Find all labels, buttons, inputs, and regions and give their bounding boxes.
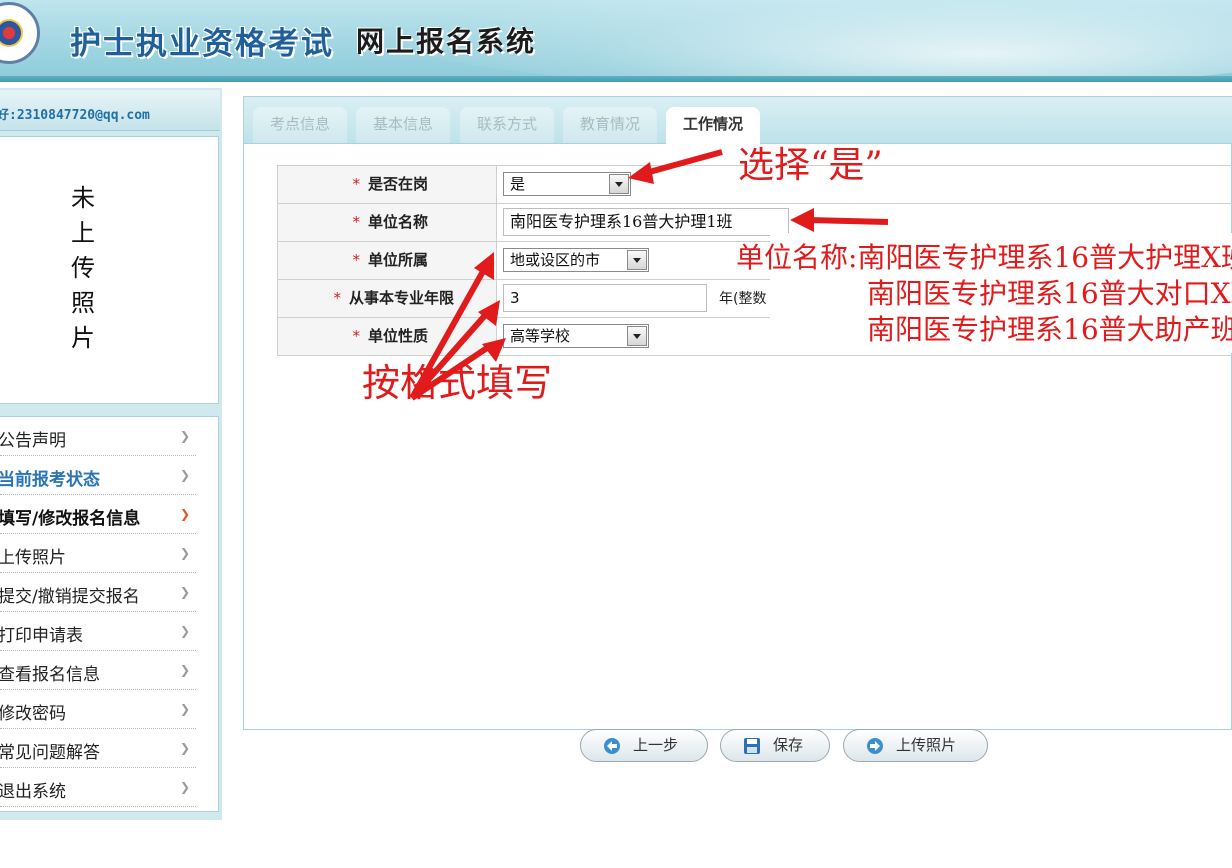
upload-photo-button[interactable]: 上传照片 [843, 729, 988, 762]
years-input[interactable]: 3 [503, 284, 707, 312]
annotation-select-yes: 选择“是” [738, 145, 883, 186]
field-label: * 从事本专业年限 [277, 280, 497, 317]
annotation-unit-name: 单位名称:南阳医专护理系16普大护理X班 南阳医专护理系16普大对口X班 南阳医… [736, 240, 1232, 348]
chevron-right-icon: ❯ [179, 780, 190, 794]
save-icon [744, 738, 760, 754]
tab-education[interactable]: 教育情况 [563, 107, 657, 143]
field-label: * 单位名称 [277, 204, 497, 241]
chevron-right-icon: ❯ [179, 663, 190, 677]
menu-item-view-registration[interactable]: 查看报名信息 ❯ [0, 651, 196, 690]
chevron-right-icon: ❯ [179, 741, 190, 755]
menu-item-label: 公告声明 [0, 431, 66, 451]
chevron-down-icon[interactable] [609, 174, 629, 194]
menu-item-announcement[interactable]: 公告声明 ❯ [0, 417, 196, 456]
chevron-right-icon: ❯ [179, 468, 190, 482]
unit-affiliation-select[interactable]: 地或设区的市 [503, 248, 649, 272]
save-button[interactable]: 保存 [720, 729, 830, 762]
select-value: 地或设区的市 [510, 251, 601, 269]
menu-item-label: 修改密码 [0, 704, 66, 724]
annotation-unit-line: 单位名称:南阳医专护理系16普大护理X班 [736, 240, 1232, 276]
annotation-fill-format: 按格式填写 [362, 364, 552, 403]
sidebar-menu: 公告声明 ❯ 当前报考状态 ❯ 填写/修改报名信息 ❯ 上传照片 ❯ 提交/撤销… [0, 416, 219, 812]
unit-name-input[interactable]: 南阳医专护理系16普大护理1班 [503, 208, 789, 236]
field-label: * 是否在岗 [277, 166, 497, 203]
button-label: 保存 [773, 736, 804, 754]
required-mark: * [333, 289, 341, 307]
unit-type-select[interactable]: 高等学校 [503, 324, 649, 348]
chevron-right-icon: ❯ [179, 624, 190, 638]
field-label-text: 从事本专业年限 [348, 289, 454, 307]
tab-contact[interactable]: 联系方式 [460, 107, 554, 143]
photo-box: 未上传照片 [0, 136, 219, 404]
select-value: 是 [510, 175, 526, 193]
menu-item-faq[interactable]: 常见问题解答 ❯ [0, 729, 196, 768]
arrow-left-icon [604, 738, 620, 754]
field-label-text: 单位名称 [367, 213, 428, 231]
sidebar-footer [0, 820, 222, 868]
chevron-down-icon[interactable] [627, 326, 647, 346]
menu-item-label: 打印申请表 [0, 626, 83, 646]
required-mark: * [352, 175, 360, 193]
annotation-unit-option: 南阳医专护理系16普大助产班 [867, 313, 1232, 346]
chevron-right-icon: ❯ [179, 507, 190, 521]
chevron-right-icon: ❯ [179, 546, 190, 560]
menu-item-exam-status[interactable]: 当前报考状态 ❯ [0, 456, 196, 495]
menu-item-submit-registration[interactable]: 提交/撤销提交报名 ❯ [0, 573, 196, 612]
field-label-text: 单位所属 [367, 251, 428, 269]
logo [0, 2, 40, 64]
menu-item-change-password[interactable]: 修改密码 ❯ [0, 690, 196, 729]
main-content: 考点信息 基本信息 联系方式 教育情况 工作情况 * 是否在岗 是 * 单位名称 南… [243, 96, 1232, 730]
button-label: 上一步 [633, 736, 679, 754]
select-value: 高等学校 [510, 327, 571, 345]
menu-item-label: 查看报名信息 [0, 665, 100, 685]
app-header: 护士执业资格考试 网上报名系统 [0, 0, 1232, 82]
chevron-right-icon: ❯ [179, 585, 190, 599]
header-divider [0, 76, 1232, 82]
header-title: 护士执业资格考试 [70, 26, 334, 62]
on-duty-select[interactable]: 是 [503, 172, 631, 196]
prev-step-button[interactable]: 上一步 [580, 729, 708, 762]
menu-item-label: 当前报考状态 [0, 470, 100, 490]
annotation-unit-option: 南阳医专护理系16普大对口X班 [867, 277, 1232, 310]
field-label: * 单位性质 [277, 318, 497, 355]
required-mark: * [352, 213, 360, 231]
menu-item-logout[interactable]: 退出系统 ❯ [0, 768, 196, 807]
field-label: * 单位所属 [277, 242, 497, 279]
menu-item-label: 常见问题解答 [0, 743, 100, 763]
menu-item-label: 上传照片 [0, 548, 66, 568]
annotation-unit-option: 南阳医专护理系16普大护理X班 [857, 241, 1232, 274]
annotation-unit-prefix: 单位名称: [736, 241, 858, 274]
logo-emblem-icon [0, 19, 23, 47]
menu-item-label: 填写/修改报名信息 [0, 509, 141, 529]
tab-basic-info[interactable]: 基本信息 [356, 107, 450, 143]
required-mark: * [352, 327, 360, 345]
user-bar: 好:2310847720@qq.com [0, 90, 220, 131]
required-mark: * [352, 251, 360, 269]
chevron-right-icon: ❯ [179, 429, 190, 443]
tab-exam-site[interactable]: 考点信息 [253, 107, 347, 143]
menu-item-label: 提交/撤销提交报名 [0, 587, 140, 607]
chevron-down-icon[interactable] [627, 250, 647, 270]
menu-item-label: 退出系统 [0, 782, 66, 802]
field-label-text: 是否在岗 [367, 175, 428, 193]
sidebar: 好:2310847720@qq.com 未上传照片 公告声明 ❯ 当前报考状态 … [0, 88, 222, 868]
header-subtitle: 网上报名系统 [356, 25, 537, 58]
user-greeting: 好:2310847720@qq.com [0, 108, 150, 123]
arrow-right-icon [867, 738, 883, 754]
photo-placeholder: 未上传照片 [71, 184, 95, 352]
chevron-right-icon: ❯ [179, 702, 190, 716]
menu-item-edit-registration[interactable]: 填写/修改报名信息 ❯ [0, 495, 196, 534]
menu-item-print-form[interactable]: 打印申请表 ❯ [0, 612, 196, 651]
menu-item-upload-photo[interactable]: 上传照片 ❯ [0, 534, 196, 573]
field-label-text: 单位性质 [367, 327, 428, 345]
button-label: 上传照片 [896, 736, 957, 754]
